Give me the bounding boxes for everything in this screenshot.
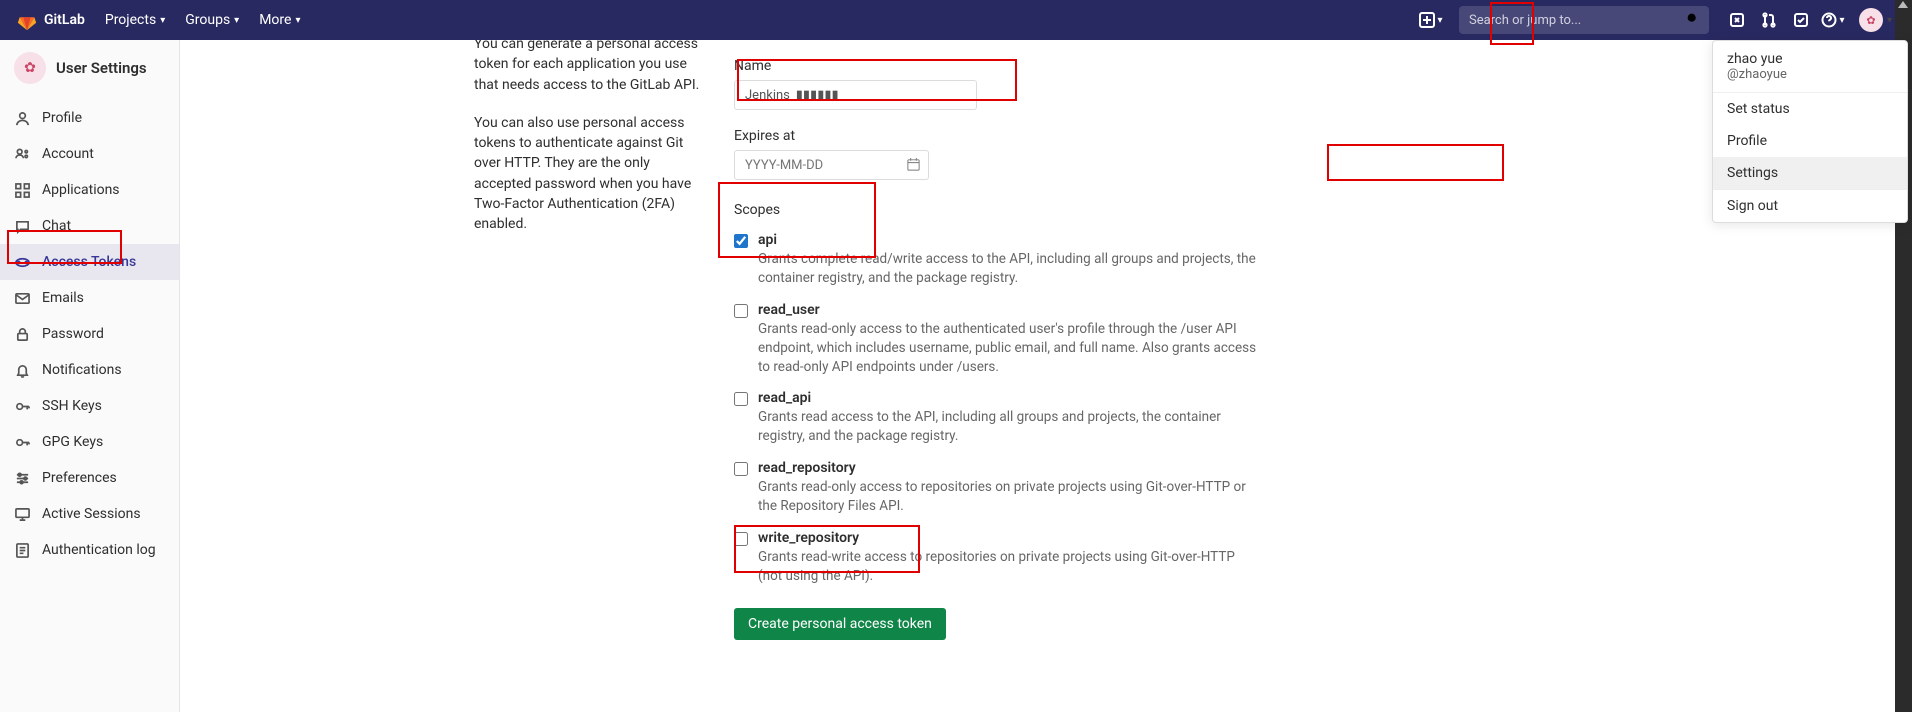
sidebar-item-profile[interactable]: Profile: [0, 100, 179, 136]
tanuki-icon: [16, 9, 38, 31]
sidebar-item-password[interactable]: Password: [0, 316, 179, 352]
sidebar-header: ✿ User Settings: [0, 40, 179, 100]
user-handle: @zhaoyue: [1727, 67, 1893, 82]
sidebar-item-applications[interactable]: Applications: [0, 172, 179, 208]
scope-write-repository-checkbox[interactable]: [734, 532, 748, 546]
avatar-icon: ✿: [1859, 8, 1883, 32]
scope-read-repository-checkbox[interactable]: [734, 462, 748, 476]
settings-sidebar: ✿ User Settings Profile Account Applicat…: [0, 40, 180, 712]
brand-text: GitLab: [44, 12, 85, 28]
sidebar-item-notifications[interactable]: Notifications: [0, 352, 179, 388]
main-content: You can generate a personal access token…: [180, 40, 1912, 712]
user-avatar-dropdown[interactable]: ✿ ▾: [1855, 6, 1896, 34]
sidebar-title: User Settings: [56, 59, 147, 77]
sidebar-item-active-sessions[interactable]: Active Sessions: [0, 496, 179, 532]
log-icon: [14, 542, 30, 558]
sidebar-item-emails[interactable]: Emails: [0, 280, 179, 316]
sidebar-item-preferences[interactable]: Preferences: [0, 460, 179, 496]
menu-sign-out[interactable]: Sign out: [1713, 190, 1907, 222]
search-icon: [1686, 12, 1699, 29]
name-label: Name: [734, 58, 1612, 74]
issues-icon[interactable]: [1721, 12, 1753, 28]
apps-icon: [14, 182, 30, 198]
nav-more[interactable]: More▾: [259, 12, 300, 28]
chevron-down-icon: ▾: [160, 15, 165, 26]
chat-icon: [14, 218, 30, 234]
intro-paragraph-2: You can also use personal access tokens …: [474, 113, 710, 235]
nav-groups[interactable]: Groups▾: [185, 12, 239, 28]
new-dropdown[interactable]: ▾: [1415, 12, 1447, 28]
help-dropdown[interactable]: ▾: [1817, 12, 1849, 28]
create-token-button[interactable]: Create personal access token: [734, 608, 946, 640]
scope-read-user-checkbox[interactable]: [734, 304, 748, 318]
expires-input[interactable]: [734, 150, 929, 180]
token-icon: [14, 254, 30, 270]
nav-projects[interactable]: Projects▾: [105, 12, 165, 28]
mail-icon: [14, 290, 30, 306]
avatar-icon: ✿: [14, 52, 46, 84]
preferences-icon: [14, 470, 30, 486]
bell-icon: [14, 362, 30, 378]
scope-read-repository: read_repository Grants read-only access …: [734, 460, 1612, 516]
expires-label: Expires at: [734, 128, 1612, 144]
sidebar-item-access-tokens[interactable]: Access Tokens: [0, 244, 179, 280]
global-search[interactable]: Search or jump to...: [1459, 6, 1709, 34]
menu-set-status[interactable]: Set status: [1713, 93, 1907, 125]
plus-square-icon: [1419, 12, 1435, 28]
scopes-label: Scopes: [734, 202, 1612, 218]
scope-read-user: read_user Grants read-only access to the…: [734, 302, 1612, 377]
scope-read-api: read_api Grants read access to the API, …: [734, 390, 1612, 446]
scope-api: api Grants complete read/write access to…: [734, 232, 1612, 288]
todos-icon[interactable]: [1785, 12, 1817, 28]
chevron-down-icon: ▾: [295, 15, 300, 26]
user-dropdown-menu: zhao yue @zhaoyue Set status Profile Set…: [1712, 40, 1908, 223]
sidebar-item-auth-log[interactable]: Authentication log: [0, 532, 179, 568]
merge-requests-icon[interactable]: [1753, 12, 1785, 28]
user-display-name: zhao yue: [1727, 51, 1893, 67]
scope-read-api-checkbox[interactable]: [734, 392, 748, 406]
token-name-input[interactable]: [734, 80, 977, 110]
calendar-icon: [906, 157, 921, 172]
search-placeholder: Search or jump to...: [1469, 13, 1581, 28]
key-icon: [14, 398, 30, 414]
intro-column: You can generate a personal access token…: [474, 40, 734, 712]
sidebar-item-ssh-keys[interactable]: SSH Keys: [0, 388, 179, 424]
profile-icon: [14, 110, 30, 126]
chevron-down-icon: ▾: [1437, 15, 1442, 26]
gitlab-logo[interactable]: GitLab: [16, 9, 85, 31]
key-icon: [14, 434, 30, 450]
scope-write-repository: write_repository Grants read-write acces…: [734, 530, 1612, 586]
sidebar-item-account[interactable]: Account: [0, 136, 179, 172]
monitor-icon: [14, 506, 30, 522]
scope-api-checkbox[interactable]: [734, 234, 748, 248]
lock-icon: [14, 326, 30, 342]
chevron-down-icon: ▾: [1839, 15, 1844, 26]
sidebar-item-gpg-keys[interactable]: GPG Keys: [0, 424, 179, 460]
user-dropdown-header: zhao yue @zhaoyue: [1713, 41, 1907, 93]
account-icon: [14, 146, 30, 162]
chevron-down-icon: ▾: [234, 15, 239, 26]
menu-profile[interactable]: Profile: [1713, 125, 1907, 157]
chevron-down-icon: ▾: [1887, 15, 1892, 26]
intro-paragraph-1: You can generate a personal access token…: [474, 40, 710, 95]
sidebar-item-chat[interactable]: Chat: [0, 208, 179, 244]
menu-settings[interactable]: Settings: [1713, 157, 1907, 189]
top-navbar: GitLab Projects▾ Groups▾ More▾ ▾ Search …: [0, 0, 1912, 40]
